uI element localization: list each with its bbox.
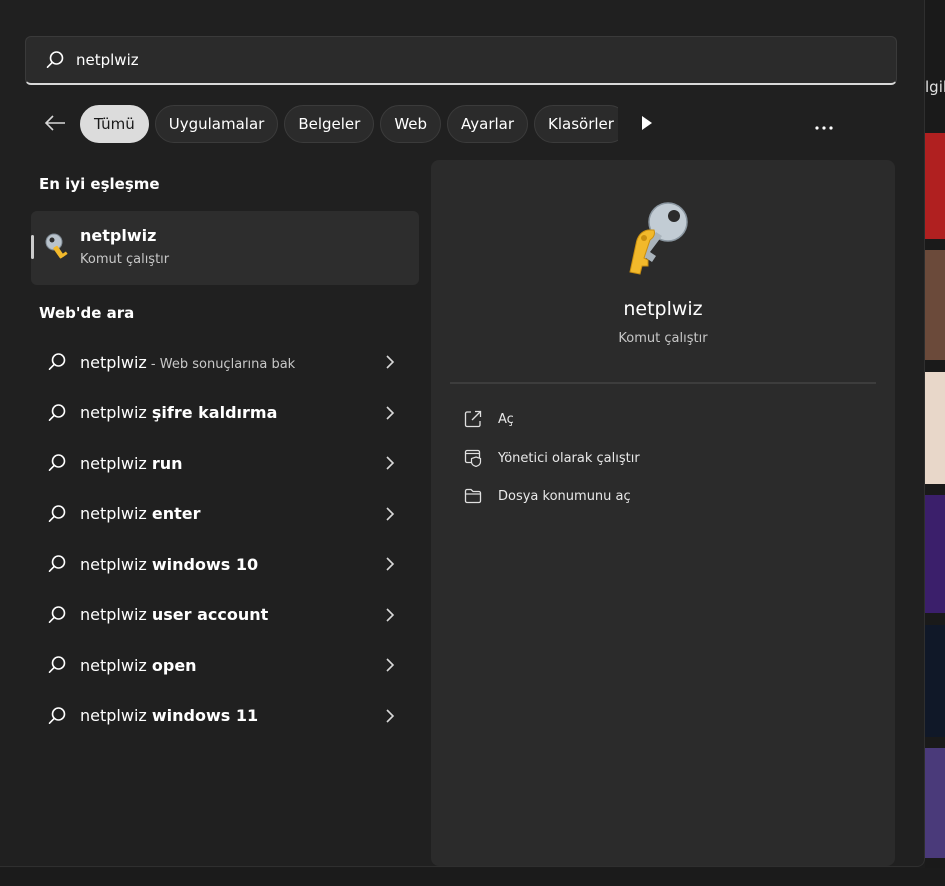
open-file-location-label: Dosya konumunu aç xyxy=(498,488,631,504)
search-icon xyxy=(47,403,67,423)
suggestion-completion: user account xyxy=(151,605,269,625)
suggestion-query: netplwiz xyxy=(80,352,147,372)
chevron-right-icon xyxy=(383,455,397,471)
chip-documents[interactable]: Belgeler xyxy=(284,105,375,143)
search-icon xyxy=(47,655,67,675)
suggestion-completion: enter xyxy=(151,504,201,524)
chevron-right-icon xyxy=(383,708,397,724)
chevron-right-icon xyxy=(383,405,397,421)
play-icon xyxy=(639,115,653,135)
search-box[interactable] xyxy=(25,36,897,85)
chip-web[interactable]: Web xyxy=(380,105,442,143)
background-thumbnail xyxy=(925,495,945,613)
chip-all[interactable]: Tümü xyxy=(80,105,149,143)
chevron-right-icon xyxy=(383,607,397,623)
search-icon xyxy=(47,706,67,726)
suggestion-completion: windows 10 xyxy=(151,554,259,574)
search-icon xyxy=(47,504,67,524)
chip-settings[interactable]: Ayarlar xyxy=(447,105,529,143)
best-match-heading: En iyi eşleşme xyxy=(39,175,160,193)
search-icon xyxy=(47,453,67,473)
folder-icon xyxy=(462,485,484,507)
open-action[interactable]: Aç xyxy=(462,405,514,433)
search-icon xyxy=(47,605,67,625)
web-search-heading: Web'de ara xyxy=(39,304,135,322)
best-match-result[interactable]: netplwiz Komut çalıştır xyxy=(31,211,419,285)
suggestion-completion: run xyxy=(151,453,183,473)
suggestion-hint: - Web sonuçlarına bak xyxy=(146,356,296,372)
search-icon xyxy=(44,49,66,71)
web-suggestion[interactable]: netplwiz enter xyxy=(31,489,419,540)
best-match-type: Komut çalıştır xyxy=(80,252,170,267)
background-window-peek: lgil xyxy=(925,0,945,886)
background-thumbnail xyxy=(925,748,945,858)
suggestion-query: netplwiz xyxy=(80,554,152,574)
web-suggestion[interactable]: netplwiz open xyxy=(31,640,419,691)
web-suggestion[interactable]: netplwiz windows 10 xyxy=(31,539,419,590)
background-thumbnail xyxy=(925,133,945,239)
web-suggestion[interactable]: netplwiz windows 11 xyxy=(31,691,419,742)
background-thumbnail xyxy=(925,250,945,360)
open-action-label: Aç xyxy=(498,411,514,427)
start-search-panel: Tümü Uygulamalar Belgeler Web Ayarlar Kl… xyxy=(0,0,925,867)
chevron-right-icon xyxy=(383,506,397,522)
selection-indicator xyxy=(31,235,34,259)
suggestion-completion: open xyxy=(151,655,197,675)
search-input[interactable] xyxy=(76,51,776,69)
admin-shield-icon xyxy=(462,447,484,469)
chevron-right-icon xyxy=(383,556,397,572)
open-file-location-action[interactable]: Dosya konumunu aç xyxy=(462,482,631,510)
back-arrow-icon xyxy=(44,114,66,136)
scroll-chips-button[interactable] xyxy=(633,112,659,138)
chip-folders[interactable]: Klasörler xyxy=(534,105,618,143)
best-match-name: netplwiz xyxy=(80,226,157,245)
run-as-admin-label: Yönetici olarak çalıştır xyxy=(498,450,640,466)
result-detail-pane: netplwiz Komut çalıştır Aç Yönetici olar… xyxy=(431,160,895,866)
web-suggestion[interactable]: netplwiz user account xyxy=(31,590,419,641)
background-bottom-strip xyxy=(0,868,945,886)
suggestion-query: netplwiz xyxy=(80,655,152,675)
ellipsis-icon xyxy=(815,115,833,134)
filter-chips: Tümü Uygulamalar Belgeler Web Ayarlar Kl… xyxy=(80,105,618,144)
key-icon xyxy=(44,233,72,263)
key-icon xyxy=(626,200,696,276)
divider xyxy=(450,382,876,384)
chevron-right-icon xyxy=(383,657,397,673)
web-suggestion[interactable]: netplwiz şifre kaldırma xyxy=(31,388,419,439)
suggestion-query: netplwiz xyxy=(80,403,152,423)
web-suggestions-list: netplwiz - Web sonuçlarına bak netplwiz … xyxy=(31,337,419,741)
chip-apps[interactable]: Uygulamalar xyxy=(154,105,279,143)
open-external-icon xyxy=(462,408,484,430)
search-icon xyxy=(47,554,67,574)
more-options-button[interactable] xyxy=(806,110,842,138)
run-as-admin-action[interactable]: Yönetici olarak çalıştır xyxy=(462,444,640,472)
background-thumbnail xyxy=(925,372,945,484)
background-thumbnail xyxy=(925,625,945,737)
suggestion-completion: şifre kaldırma xyxy=(151,403,278,423)
background-peek-text: lgil xyxy=(925,78,945,96)
detail-subtitle: Komut çalıştır xyxy=(618,331,708,346)
suggestion-query: netplwiz xyxy=(80,706,152,726)
suggestion-query: netplwiz xyxy=(80,504,152,524)
suggestion-query: netplwiz xyxy=(80,605,152,625)
chevron-right-icon xyxy=(383,354,397,370)
search-icon xyxy=(47,352,67,372)
back-button[interactable] xyxy=(38,108,72,142)
suggestion-query: netplwiz xyxy=(80,453,152,473)
web-suggestion[interactable]: netplwiz run xyxy=(31,438,419,489)
suggestion-completion: windows 11 xyxy=(151,706,259,726)
detail-title: netplwiz xyxy=(623,298,703,320)
web-suggestion[interactable]: netplwiz - Web sonuçlarına bak xyxy=(31,337,419,388)
